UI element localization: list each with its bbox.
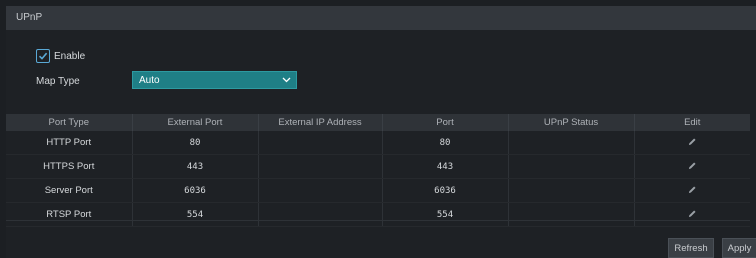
column-header-external-port: External Port [132, 114, 259, 131]
cell-port: 6036 [382, 178, 509, 203]
cell-edit [634, 178, 750, 203]
column-header-upnp-status: UPnP Status [508, 114, 635, 131]
cell-port-type: RTSP Port [6, 202, 133, 227]
cell-port-type: Server Port [6, 178, 133, 203]
cell-port: 80 [382, 131, 509, 155]
column-header-port: Port [382, 114, 509, 131]
cell-upnp-status [508, 202, 635, 227]
checkmark-icon [38, 52, 48, 60]
table-row: HTTP Port 80 80 [6, 131, 750, 155]
column-header-external-ip: External IP Address [258, 114, 383, 131]
cell-edit [634, 154, 750, 179]
refresh-button[interactable]: Refresh [668, 238, 714, 258]
cell-external-port: 443 [132, 154, 259, 179]
port-table: Port Type External Port External IP Addr… [6, 114, 750, 227]
enable-label: Enable [54, 50, 86, 62]
enable-row[interactable]: Enable [36, 49, 85, 63]
cell-external-port: 6036 [132, 178, 259, 203]
cell-external-ip [258, 154, 383, 179]
table-row: Server Port 6036 6036 [6, 178, 750, 203]
cell-port: 554 [382, 202, 509, 227]
edit-pencil-icon[interactable] [688, 137, 697, 146]
cell-port-type: HTTPS Port [6, 154, 133, 179]
edit-pencil-icon[interactable] [688, 161, 697, 170]
cell-external-port: 80 [132, 131, 259, 155]
cell-external-ip [258, 178, 383, 203]
table-header-row: Port Type External Port External IP Addr… [6, 114, 750, 131]
cell-upnp-status [508, 154, 635, 179]
map-type-value: Auto [139, 75, 160, 86]
cell-upnp-status [508, 131, 635, 155]
cell-external-port: 554 [132, 202, 259, 227]
cell-edit [634, 202, 750, 227]
cell-port: 443 [382, 154, 509, 179]
edit-pencil-icon[interactable] [688, 185, 697, 194]
table-row: HTTPS Port 443 443 [6, 154, 750, 179]
map-type-select[interactable]: Auto [132, 71, 297, 89]
page-title: UPnP [16, 12, 43, 23]
cell-edit [634, 131, 750, 155]
column-header-edit: Edit [634, 114, 750, 131]
column-header-port-type: Port Type [6, 114, 133, 131]
apply-button[interactable]: Apply [722, 238, 756, 258]
enable-checkbox[interactable] [36, 49, 50, 63]
cell-external-ip [258, 202, 383, 227]
cell-port-type: HTTP Port [6, 131, 133, 155]
edit-pencil-icon[interactable] [688, 209, 697, 218]
chevron-down-icon [282, 77, 291, 83]
panel-header: UPnP [6, 6, 756, 30]
cell-upnp-status [508, 178, 635, 203]
table-row: RTSP Port 554 554 [6, 202, 750, 227]
table-divider [6, 220, 750, 221]
map-type-label: Map Type [36, 76, 80, 87]
cell-external-ip [258, 131, 383, 155]
